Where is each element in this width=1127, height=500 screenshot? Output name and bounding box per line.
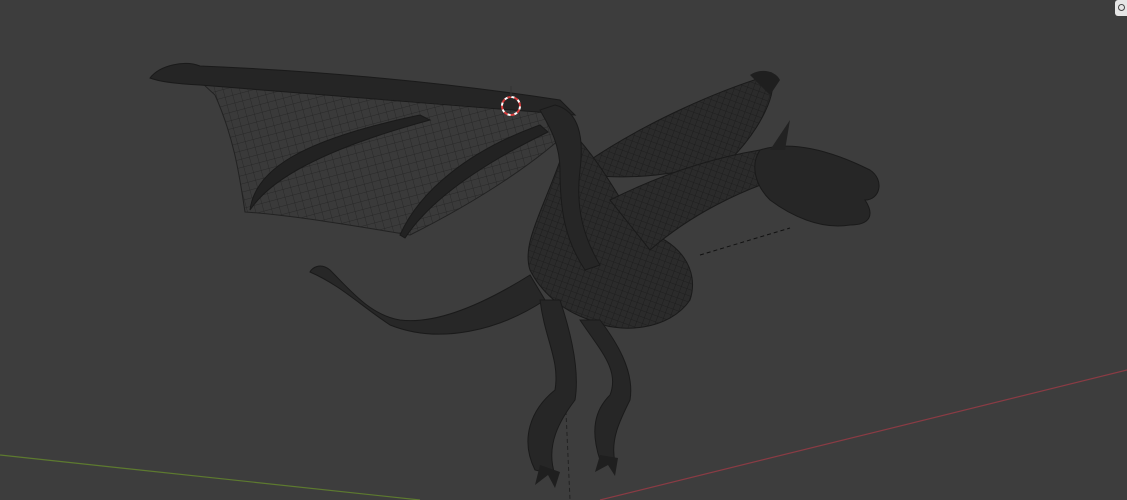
dragon-leg-right	[579, 319, 632, 463]
parent-relation-line	[699, 227, 791, 256]
dragon-tail	[309, 265, 546, 335]
navigation-gizmo-icon[interactable]	[1115, 0, 1127, 16]
dragon-head	[754, 145, 880, 227]
dragon-leg-left	[527, 299, 577, 476]
x-axis-line	[599, 369, 1127, 500]
dragon-claw-right	[595, 455, 618, 476]
dragon-mesh[interactable]	[149, 63, 880, 488]
y-axis-line	[0, 454, 421, 500]
3d-viewport[interactable]	[0, 0, 1127, 500]
viewport-canvas[interactable]	[0, 0, 1127, 500]
